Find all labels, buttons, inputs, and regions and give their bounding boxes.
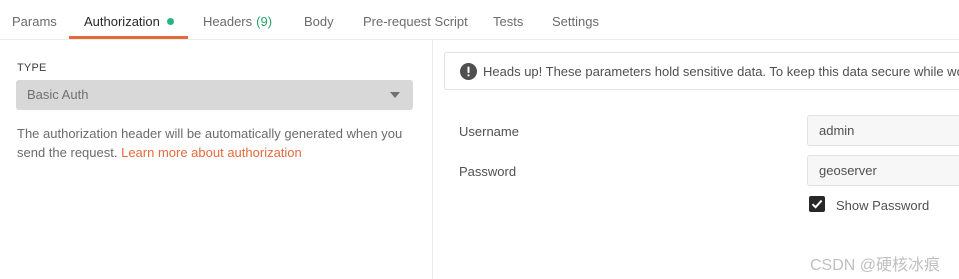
tab-params[interactable]: Params bbox=[12, 0, 57, 40]
tab-headers-label: Headers bbox=[203, 14, 253, 29]
active-dot-icon bbox=[166, 18, 174, 25]
checkmark-icon bbox=[811, 199, 823, 209]
tab-body-label: Body bbox=[304, 14, 334, 29]
tab-authorization[interactable]: Authorization bbox=[84, 0, 174, 40]
tab-settings[interactable]: Settings bbox=[552, 0, 599, 40]
tab-headers[interactable]: Headers (9) bbox=[203, 0, 272, 40]
tab-prerequest-label: Pre-request Script bbox=[363, 14, 468, 29]
auth-description: The authorization header will be automat… bbox=[17, 124, 417, 162]
exclamation-circle-icon bbox=[460, 63, 477, 80]
show-password-checkbox[interactable] bbox=[809, 196, 825, 212]
active-tab-indicator bbox=[69, 36, 188, 39]
sensitive-data-alert: Heads up! These parameters hold sensitiv… bbox=[444, 52, 959, 90]
request-tabs: Params Authorization Headers (9) Body Pre… bbox=[0, 0, 959, 40]
tab-authorization-label: Authorization bbox=[84, 14, 160, 29]
tab-params-label: Params bbox=[12, 14, 57, 29]
tab-tests-label: Tests bbox=[493, 14, 524, 29]
tab-tests[interactable]: Tests bbox=[493, 0, 523, 40]
auth-type-value: Basic Auth bbox=[27, 87, 89, 102]
pane-divider bbox=[432, 40, 433, 279]
password-input[interactable] bbox=[807, 155, 959, 186]
auth-type-select[interactable]: Basic Auth bbox=[16, 80, 413, 110]
auth-type-label: TYPE bbox=[17, 62, 47, 74]
watermark-text: CSDN @硬核冰痕 bbox=[810, 257, 941, 274]
show-password-label[interactable]: Show Password bbox=[836, 198, 929, 213]
tab-body[interactable]: Body bbox=[304, 0, 334, 40]
headers-count-badge: (9) bbox=[256, 14, 273, 29]
chevron-down-icon bbox=[390, 92, 400, 98]
username-label: Username bbox=[459, 124, 519, 139]
auth-panel: Params Authorization Headers (9) Body Pre… bbox=[0, 0, 959, 279]
alert-text: Heads up! These parameters hold sensitiv… bbox=[483, 64, 959, 79]
tab-prerequest-script[interactable]: Pre-request Script bbox=[363, 0, 468, 40]
password-label: Password bbox=[459, 164, 517, 179]
username-input[interactable] bbox=[807, 115, 959, 146]
learn-more-link[interactable]: Learn more about authorization bbox=[121, 145, 302, 160]
tab-settings-label: Settings bbox=[552, 14, 599, 29]
